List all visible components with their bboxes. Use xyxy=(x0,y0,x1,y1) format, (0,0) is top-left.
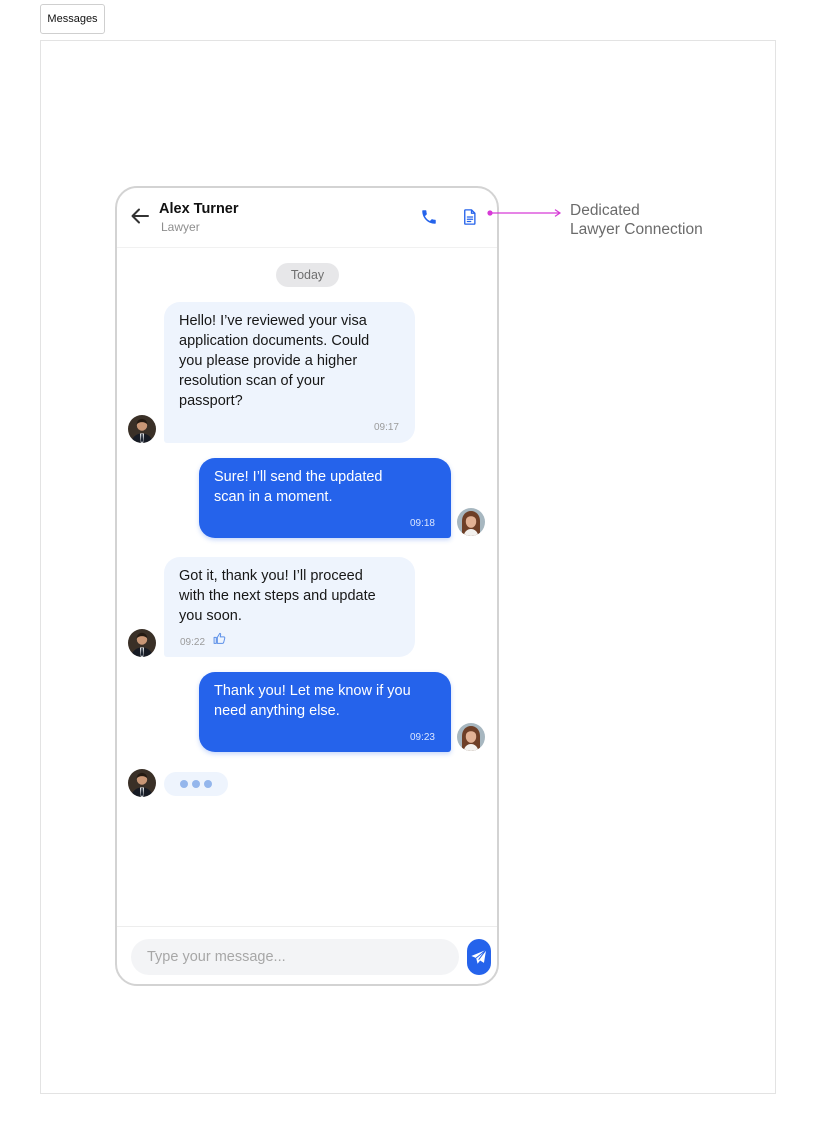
message-composer xyxy=(117,926,497,984)
message-bubble-incoming[interactable]: Got it, thank you! I’ll proceed with the… xyxy=(164,557,415,657)
contact-role: Lawyer xyxy=(161,220,200,234)
typing-dot xyxy=(204,780,212,788)
date-separator: Today xyxy=(276,263,339,287)
message-bubble-incoming[interactable]: Hello! I’ve reviewed your visa applicati… xyxy=(164,302,415,443)
chat-screen: Alex Turner Lawyer Today Hello! I’ve rev… xyxy=(115,186,499,986)
send-icon xyxy=(471,949,487,964)
message-bubble-outgoing[interactable]: Sure! I’ll send the updated scan in a mo… xyxy=(199,458,451,538)
document-icon[interactable] xyxy=(461,208,479,226)
contact-name: Alex Turner xyxy=(159,201,239,217)
send-button[interactable] xyxy=(467,939,491,975)
annotation-label: Dedicated Lawyer Connection xyxy=(570,202,703,238)
lawyer-avatar xyxy=(128,769,156,797)
message-time: 09:18 xyxy=(409,518,435,529)
lawyer-avatar xyxy=(128,415,156,443)
message-input[interactable] xyxy=(131,939,459,975)
phone-icon[interactable] xyxy=(420,208,438,226)
message-time: 09:23 xyxy=(409,732,435,743)
message-text: Hello! I’ve reviewed your visa applicati… xyxy=(179,313,370,409)
typing-dot xyxy=(192,780,200,788)
typing-indicator xyxy=(164,772,228,796)
typing-dot xyxy=(180,780,188,788)
frame-tag-label: Messages xyxy=(40,4,105,34)
message-text: Sure! I’ll send the updated scan in a mo… xyxy=(214,469,383,505)
message-time: 09:17 xyxy=(373,422,399,433)
lawyer-avatar xyxy=(128,629,156,657)
annotation-connector xyxy=(487,209,562,217)
user-avatar xyxy=(457,723,485,751)
back-arrow-icon[interactable] xyxy=(129,205,151,227)
chat-header: Alex Turner Lawyer xyxy=(117,188,497,248)
message-bubble-outgoing[interactable]: Thank you! Let me know if you need anyth… xyxy=(199,672,451,752)
user-avatar xyxy=(457,508,485,536)
message-time: 09:22 xyxy=(180,637,206,648)
message-text: Thank you! Let me know if you need anyth… xyxy=(214,683,411,719)
thumbs-up-icon[interactable] xyxy=(213,632,226,645)
message-text: Got it, thank you! I’ll proceed with the… xyxy=(179,568,376,624)
